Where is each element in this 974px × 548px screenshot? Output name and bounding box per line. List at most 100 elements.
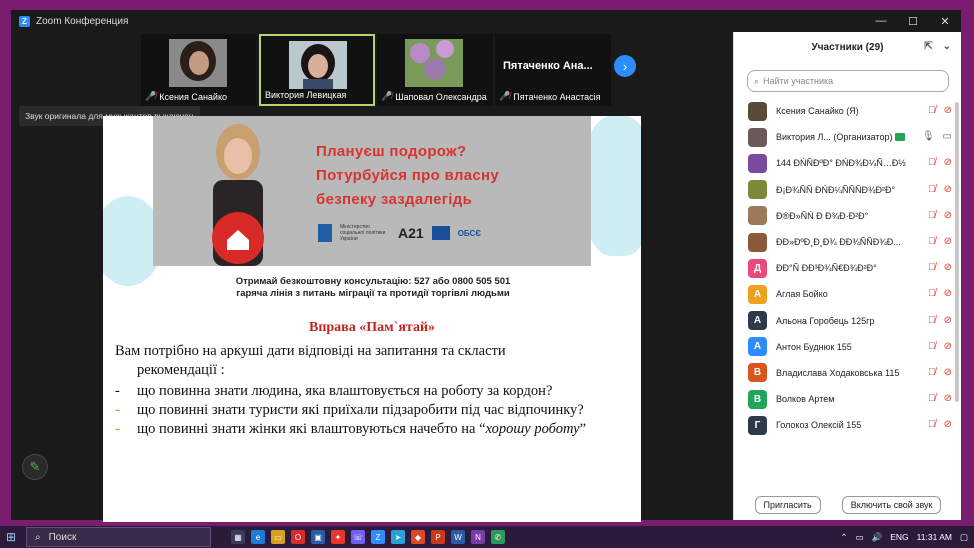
participant-row[interactable]: ÐÐ»ÐºÐ¸Ð¸Ð¾ ÐÐ¾ÑÑÐ¾Ð... 🎙̸ ⊘ — [734, 229, 962, 255]
camera-off-icon[interactable]: ⊘ — [944, 393, 952, 404]
mic-muted-icon[interactable]: 🎙̸ — [928, 315, 936, 326]
next-thumbnails-button[interactable]: › — [614, 55, 636, 77]
video-thumbnail[interactable]: Пятаченко Ана... 🎤̸ Пятаченко Анастасія — [495, 34, 611, 106]
camera-off-icon[interactable]: ⊘ — [944, 419, 952, 430]
mic-muted-icon[interactable]: 🎙̸ — [928, 105, 936, 116]
whatsapp-icon[interactable]: ✆ — [491, 530, 505, 544]
mic-muted-icon[interactable]: 🎙̸ — [928, 157, 936, 168]
mic-muted-icon[interactable]: 🎙̸ — [928, 367, 936, 378]
participant-photo — [289, 41, 347, 89]
edge-icon[interactable]: e — [251, 530, 265, 544]
poster-girl-image — [183, 120, 293, 266]
language-indicator[interactable]: ENG — [890, 532, 908, 542]
word-icon[interactable]: W — [451, 530, 465, 544]
participant-row[interactable]: В Владислава Ходаковська 115 🎙̸ ⊘ — [734, 360, 962, 386]
screen-share-icon — [895, 133, 906, 142]
dropdown-chevron-icon[interactable]: ⌄ — [943, 41, 951, 52]
app-icon[interactable]: ◆ — [411, 530, 425, 544]
mic-icon[interactable]: 🎙 — [922, 131, 935, 142]
camera-off-icon[interactable]: ⊘ — [944, 184, 952, 195]
camera-off-icon[interactable]: ⊘ — [944, 367, 952, 378]
avatar — [748, 232, 767, 252]
taskbar-search[interactable]: ⌕ Поиск — [26, 527, 211, 547]
mic-muted-icon[interactable]: 🎙̸ — [928, 236, 936, 247]
avatar — [748, 180, 767, 200]
system-tray: ⌃ ▭ 🔊 ENG 11:31 AM ▢ — [841, 532, 974, 543]
mic-muted-icon[interactable]: 🎙̸ — [928, 341, 936, 352]
close-button[interactable]: ✕ — [929, 15, 961, 28]
participant-search-input[interactable]: ⌕ Найти участника — [747, 70, 949, 92]
avatar: А — [748, 311, 767, 331]
mic-muted-icon[interactable]: 🎙̸ — [928, 262, 936, 273]
video-thumbnail-strip: 🎤̸ Ксения Санайко Виктория Левицкая 🎤̸ Ш… — [141, 34, 611, 106]
participant-name: Голокоз Олексій 155 — [776, 420, 862, 431]
participant-row[interactable]: Ксения Санайко (Я) 🎙̸ ⊘ — [734, 98, 962, 124]
maximize-button[interactable]: ☐ — [897, 15, 929, 28]
participant-row[interactable]: А Альона Горобець 125гр 🎙̸ ⊘ — [734, 308, 962, 334]
taskbar-apps: ▦ e ▭ O ▣ ✦ ☏ Z ➤ ◆ P W N ✆ — [231, 530, 505, 544]
participant-row[interactable]: Д ÐÐ°Ñ ÐÐ³Ð¾Ñ€Ð¾Ð²Ð° 🎙̸ ⊘ — [734, 255, 962, 281]
camera-off-icon[interactable]: ⊘ — [944, 288, 952, 299]
participant-name: Виктория Левицкая — [265, 90, 347, 100]
minimize-button[interactable]: — — [865, 15, 897, 28]
participant-row[interactable]: В Волков Артем 🎙̸ ⊘ — [734, 386, 962, 412]
task-view-icon[interactable]: ▦ — [231, 530, 245, 544]
opera-icon[interactable]: O — [291, 530, 305, 544]
participant-row[interactable]: Ð¡Ð¾ÑÑ ÐŃÐ¼ÑÑÑÐ¾Ð²Ð° 🎙̸ ⊘ — [734, 177, 962, 203]
window-controls: — ☐ ✕ — [865, 15, 961, 28]
popout-icon[interactable]: ⇱ — [924, 41, 932, 52]
windows-start-icon[interactable]: ⊞ — [0, 530, 22, 544]
chevron-up-icon[interactable]: ⌃ — [841, 532, 848, 543]
exercise-body: Вам потрібно на аркуші дати відповіді на… — [115, 342, 625, 439]
participant-row[interactable]: Виктория Л... (Организатор) 🎙 ▭ — [734, 124, 962, 150]
participant-row[interactable]: 144 ÐŃÑÐºÐ° ÐŃÐ¾Ð¼Ñ…Ð½ 🎙̸ ⊘ — [734, 150, 962, 176]
notifications-icon[interactable]: ▢ — [960, 532, 968, 543]
windows-taskbar: ⊞ ⌕ Поиск ▦ e ▭ O ▣ ✦ ☏ Z ➤ ◆ P W N ✆ ⌃ … — [0, 526, 974, 548]
mic-muted-icon[interactable]: 🎙̸ — [928, 288, 936, 299]
powerpoint-icon[interactable]: P — [431, 530, 445, 544]
participant-name: Ксения Санайко (Я) — [776, 106, 859, 117]
volume-icon[interactable]: 🔊 — [872, 532, 883, 543]
camera-off-icon[interactable]: ⊘ — [944, 262, 952, 273]
participant-name: ÐÐ»ÐºÐ¸Ð¸Ð¾ ÐÐ¾ÑÑÐ¾Ð... — [776, 237, 901, 248]
mic-muted-icon[interactable]: 🎙̸ — [928, 393, 936, 404]
camera-icon[interactable]: ▭ — [943, 131, 952, 142]
video-thumbnail[interactable]: 🎤̸ Ксения Санайко — [141, 34, 257, 106]
participant-row[interactable]: Г Голокоз Олексій 155 🎙̸ ⊘ — [734, 412, 962, 438]
camera-off-icon[interactable]: ⊘ — [944, 315, 952, 326]
viber-icon[interactable]: ☏ — [351, 530, 365, 544]
avatar — [748, 101, 767, 121]
onenote-icon[interactable]: N — [471, 530, 485, 544]
participants-list: Ксения Санайко (Я) 🎙̸ ⊘ Виктория Л... (Орга… — [734, 98, 962, 438]
camera-off-icon[interactable]: ⊘ — [944, 236, 952, 247]
unmute-self-button[interactable]: Включить свой звук — [841, 496, 942, 514]
participant-name: Ð¡Ð¾ÑÑ ÐŃÐ¼ÑÑÑÐ¾Ð²Ð° — [776, 184, 896, 195]
app-icon[interactable]: ✦ — [331, 530, 345, 544]
file-explorer-icon[interactable]: ▭ — [271, 530, 285, 544]
telegram-icon[interactable]: ➤ — [391, 530, 405, 544]
participant-row[interactable]: А Антон Буднюк 155 🎙̸ ⊘ — [734, 334, 962, 360]
camera-off-icon[interactable]: ⊘ — [944, 157, 952, 168]
store-icon[interactable]: ▣ — [311, 530, 325, 544]
zoom-icon[interactable]: Z — [371, 530, 385, 544]
slide-banner: Плануєш подорож? Потурбуйся про власну б… — [153, 116, 591, 266]
camera-off-icon[interactable]: ⊘ — [944, 105, 952, 116]
annotate-pencil-button[interactable]: ✎ — [22, 454, 48, 480]
participant-row[interactable]: А Аглая Бойко 🎙̸ ⊘ — [734, 281, 962, 307]
video-thumbnail-active-speaker[interactable]: Виктория Левицкая — [259, 34, 375, 106]
participant-name: Ксения Санайко — [159, 91, 227, 102]
clock[interactable]: 11:31 AM — [917, 532, 952, 542]
mic-muted-icon[interactable]: 🎙̸ — [928, 184, 936, 195]
camera-off-icon[interactable]: ⊘ — [944, 210, 952, 221]
invite-button[interactable]: Пригласить — [754, 496, 821, 514]
participant-row[interactable]: Ð®Ð»ÑŃ Ð Ð¾Ð·Ð²Ð° 🎙̸ ⊘ — [734, 203, 962, 229]
video-thumbnail[interactable]: 🎤̸ Шаповал Олександра — [377, 34, 493, 106]
ukraine-coat-of-arms-icon — [318, 224, 332, 242]
network-icon[interactable]: ▭ — [856, 532, 864, 543]
camera-off-icon[interactable]: ⊘ — [944, 341, 952, 352]
panel-title: Участники (29) — [811, 41, 884, 53]
mic-muted-icon[interactable]: 🎙̸ — [928, 210, 936, 221]
mic-muted-icon[interactable]: 🎙̸ — [928, 419, 936, 430]
search-icon: ⌕ — [754, 75, 760, 86]
participant-name: 144 ÐŃÑÐºÐ° ÐŃÐ¾Ð¼Ñ…Ð½ — [776, 158, 906, 169]
